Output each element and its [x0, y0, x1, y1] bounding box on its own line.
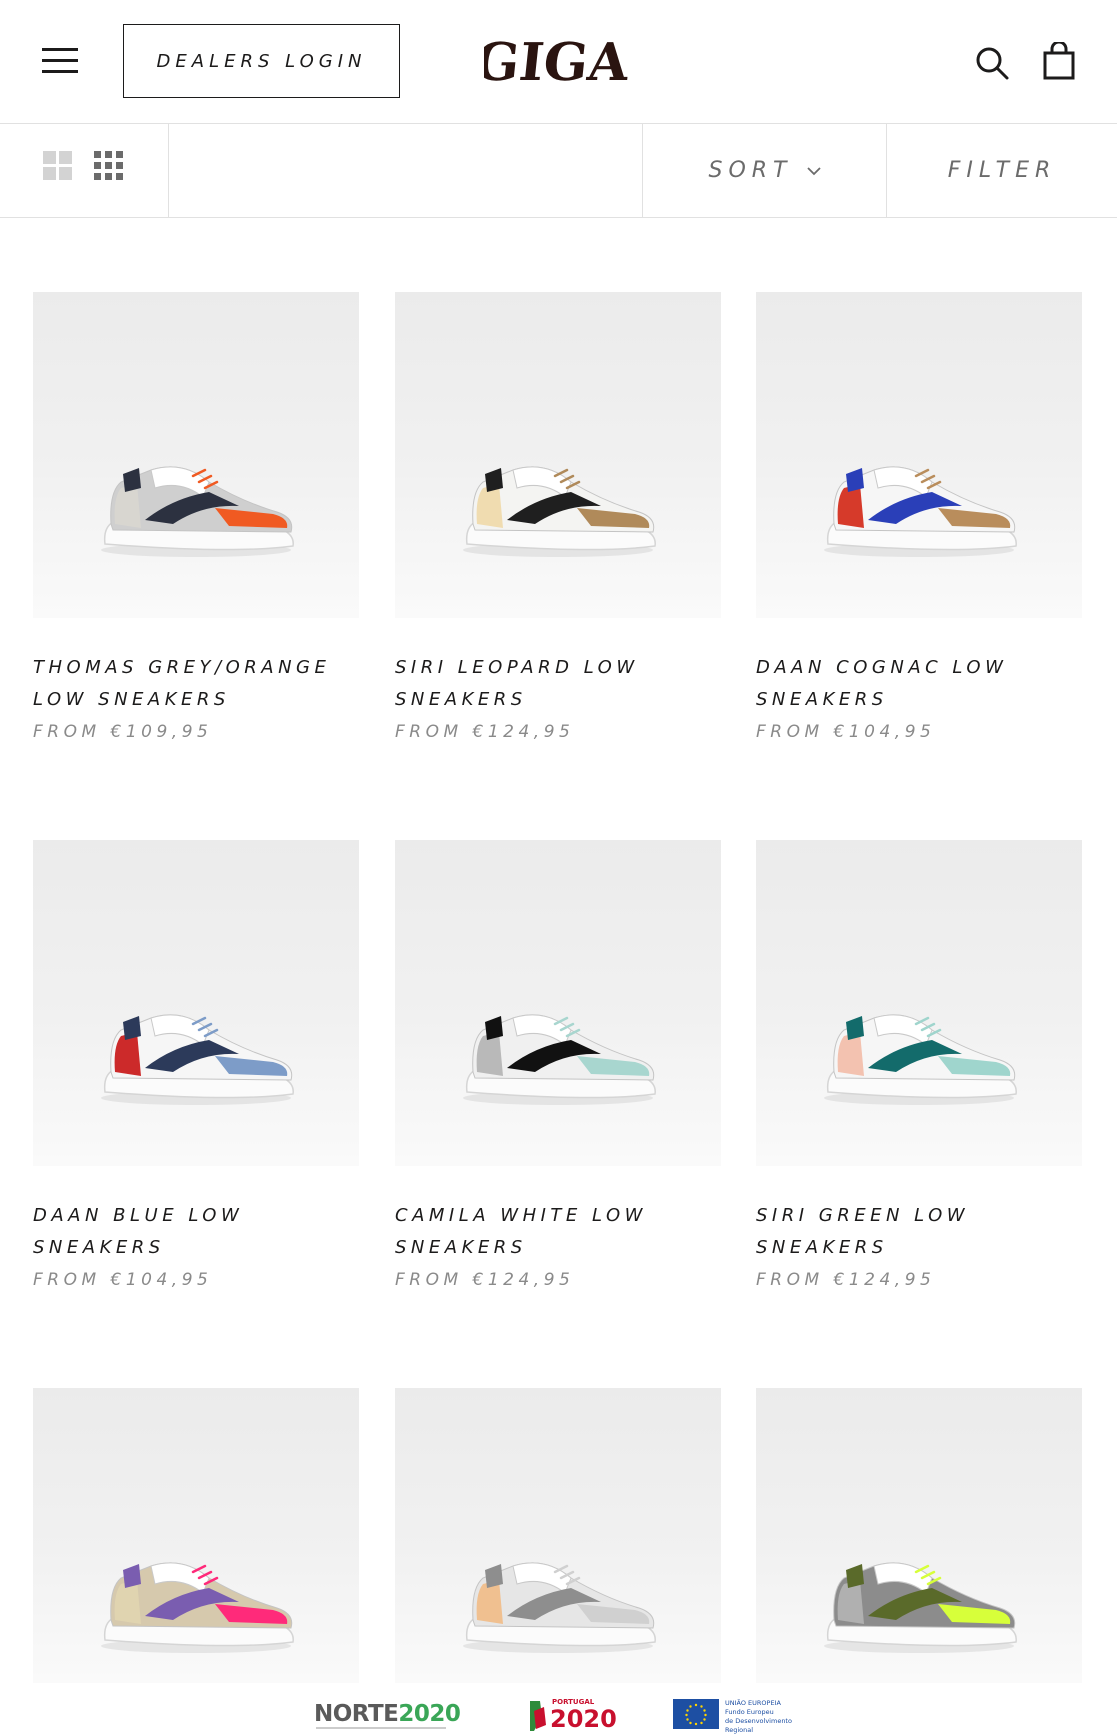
product-image[interactable] — [395, 1388, 721, 1683]
grid-2-columns-icon[interactable] — [43, 151, 72, 180]
product-price: From €104,95 — [756, 722, 936, 742]
sneaker-icon — [101, 466, 294, 557]
norte2020-logo: NORTE2020 — [314, 1701, 461, 1727]
norte-text: NORTE — [314, 1701, 399, 1727]
layout-switcher — [0, 124, 169, 217]
product-image[interactable] — [395, 292, 721, 618]
product-price: From €124,95 — [395, 1270, 575, 1290]
sneaker-icon — [824, 1014, 1017, 1105]
hamburger-menu-icon[interactable] — [42, 48, 78, 74]
sort-dropdown[interactable]: Sort — [642, 124, 887, 217]
eu-line-2: Fundo Europeu — [725, 1708, 774, 1716]
dealers-login-button[interactable]: Dealers Login — [123, 24, 400, 98]
eu-line-1: UNIÃO EUROPEIA — [725, 1699, 781, 1707]
funding-logos-bar: NORTE2020 PORTUGAL 2020 UNIÃO EUROPEIA F… — [0, 1683, 1117, 1735]
product-image[interactable] — [395, 840, 721, 1166]
product-title[interactable]: Daan Blue Low Sneakers — [33, 1200, 333, 1264]
portugal-year: 2020 — [550, 1705, 617, 1733]
sort-label: Sort — [708, 158, 793, 183]
product-title[interactable]: Thomas Grey/Orange Low Sneakers — [33, 652, 333, 716]
search-icon[interactable] — [974, 45, 1010, 81]
eu-line-3: de Desenvolvimento Regional — [725, 1717, 792, 1734]
product-title[interactable]: Siri Leopard Low Sneakers — [395, 652, 695, 716]
sneaker-icon — [824, 1562, 1017, 1653]
product-image[interactable] — [33, 1388, 359, 1683]
sneaker-icon — [463, 466, 656, 557]
site-header: Dealers Login GIGA — [0, 0, 1117, 124]
norte-year: 2020 — [398, 1701, 461, 1727]
sneaker-icon — [101, 1014, 294, 1105]
product-image[interactable] — [33, 840, 359, 1166]
product-title[interactable]: Daan Cognac Low Sneakers — [756, 652, 1056, 716]
logo-text: GIGA — [484, 32, 628, 93]
product-price: From €104,95 — [33, 1270, 213, 1290]
collection-toolbar: Sort Filter — [0, 124, 1117, 218]
filter-button[interactable]: Filter — [887, 124, 1117, 217]
giga-logo[interactable]: GIGA — [484, 22, 628, 98]
sneaker-icon — [824, 466, 1017, 557]
product-image[interactable] — [33, 292, 359, 618]
product-title[interactable]: Siri Green Low Sneakers — [756, 1200, 1056, 1264]
product-title[interactable]: Camila White Low Sneakers — [395, 1200, 695, 1264]
product-image[interactable] — [756, 1388, 1082, 1683]
product-price: From €124,95 — [395, 722, 575, 742]
shopping-bag-icon[interactable] — [1043, 42, 1075, 80]
product-price: From €124,95 — [756, 1270, 936, 1290]
chevron-down-icon — [806, 166, 821, 175]
eu-caption: UNIÃO EUROPEIA Fundo Europeu de Desenvol… — [725, 1699, 815, 1735]
sneaker-icon — [101, 1562, 294, 1653]
product-image[interactable] — [756, 292, 1082, 618]
norte-subline — [316, 1727, 446, 1729]
product-price: From €109,95 — [33, 722, 213, 742]
eu-flag-icon — [673, 1699, 719, 1729]
sneaker-icon — [463, 1562, 656, 1653]
sneaker-icon — [463, 1014, 656, 1105]
grid-3-columns-icon[interactable] — [94, 151, 123, 180]
product-image[interactable] — [756, 840, 1082, 1166]
filter-label: Filter — [947, 158, 1057, 183]
